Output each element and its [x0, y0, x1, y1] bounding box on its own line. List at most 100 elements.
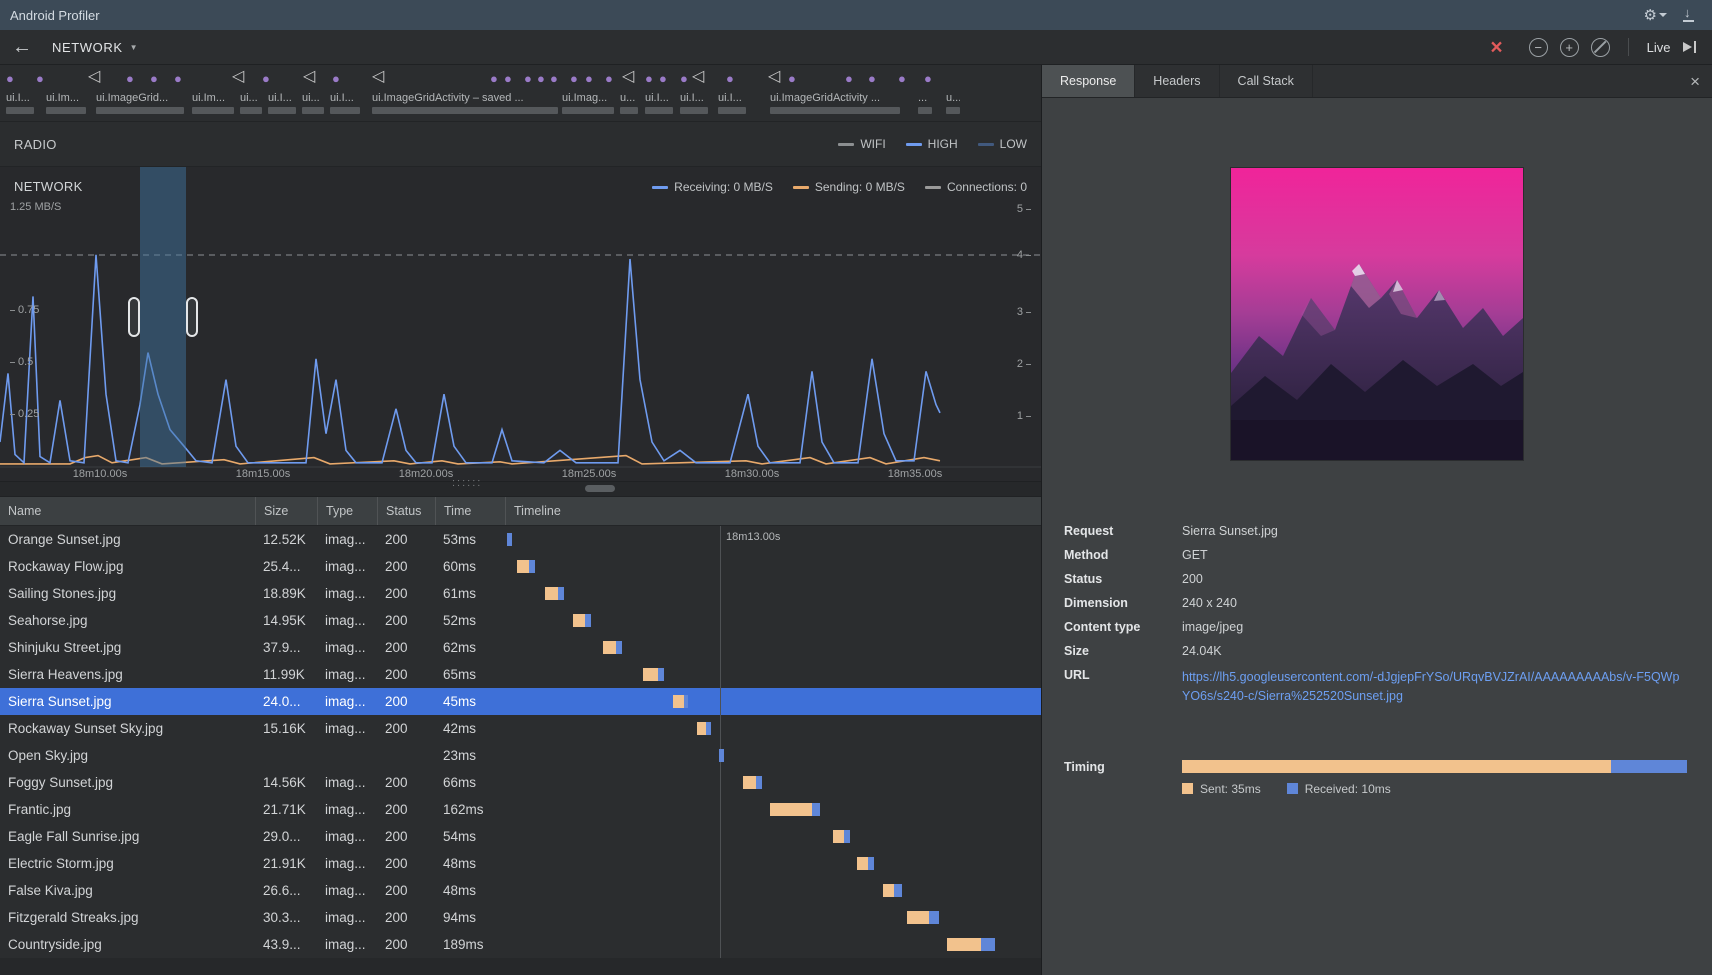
cell-type: imag... — [317, 694, 377, 709]
activity-item[interactable]: ui.I... — [645, 92, 673, 114]
sent-bar-segment — [545, 587, 558, 600]
horizontal-scrollbar[interactable]: :::::: — [0, 482, 1041, 497]
cell-name: Shinjuku Street.jpg — [0, 640, 255, 655]
selection-handle-left[interactable] — [129, 298, 139, 336]
table-row[interactable]: Countryside.jpg43.9...imag...200189ms — [0, 931, 1041, 958]
activity-label: ui.I... — [645, 92, 673, 104]
column-header-size[interactable]: Size — [255, 497, 317, 525]
column-header-type[interactable]: Type — [317, 497, 377, 525]
sunset-mountain-image — [1231, 168, 1523, 460]
live-button[interactable]: Live — [1647, 40, 1671, 55]
field-label: Status — [1064, 572, 1182, 586]
scrollbar-handle[interactable] — [585, 485, 615, 492]
download-icon[interactable] — [1683, 9, 1694, 21]
activity-item[interactable]: ui... — [302, 92, 324, 114]
touch-event-dot-icon: ● — [659, 70, 667, 88]
legend-line-icon — [978, 143, 994, 146]
column-header-status[interactable]: Status — [377, 497, 435, 525]
network-chart[interactable]: NETWORK Receiving: 0 MB/SSending: 0 MB/S… — [0, 167, 1041, 482]
back-arrow-button[interactable]: ← — [12, 37, 32, 57]
activity-item[interactable]: ui.I... — [680, 92, 708, 114]
selection-handle-right[interactable] — [187, 298, 197, 336]
table-row[interactable]: Sierra Sunset.jpg24.0...imag...20045ms — [0, 688, 1041, 715]
sent-bar-segment — [573, 614, 585, 627]
table-row[interactable]: Sierra Heavens.jpg11.99Kimag...20065ms — [0, 661, 1041, 688]
table-row[interactable]: Rockaway Sunset Sky.jpg15.16Kimag...2004… — [0, 715, 1041, 742]
cell-size: 18.89K — [255, 586, 317, 601]
touch-event-dot-icon: ● — [570, 70, 578, 88]
activity-item[interactable]: u... — [946, 92, 960, 114]
request-timing-bar — [545, 587, 564, 600]
activity-item[interactable]: ui.I... — [6, 92, 34, 114]
table-row[interactable]: Electric Storm.jpg21.91Kimag...20048ms — [0, 850, 1041, 877]
activity-item[interactable]: ui.Im... — [46, 92, 86, 114]
cell-timeline — [505, 823, 1041, 850]
column-header-timeline[interactable]: Timeline — [505, 497, 1041, 525]
activity-label: ui.ImageGridActivity ... — [770, 92, 900, 104]
activity-item[interactable]: ui.Im... — [192, 92, 234, 114]
tab-headers[interactable]: Headers — [1135, 65, 1219, 97]
cell-name: Fitzgerald Streaks.jpg — [0, 910, 255, 925]
activity-item[interactable]: ui... — [240, 92, 262, 114]
cell-status: 200 — [377, 910, 435, 925]
tab-call-stack[interactable]: Call Stack — [1220, 65, 1313, 97]
table-row[interactable]: Frantic.jpg21.71Kimag...200162ms — [0, 796, 1041, 823]
activity-item[interactable]: ui.I... — [718, 92, 746, 114]
received-bar-segment — [558, 587, 564, 600]
cell-timeline — [505, 553, 1041, 580]
column-header-time[interactable]: Time — [435, 497, 505, 525]
request-timing-bar — [770, 803, 820, 816]
table-row[interactable]: Foggy Sunset.jpg14.56Kimag...20066ms — [0, 769, 1041, 796]
table-row[interactable]: Seahorse.jpg14.95Kimag...20052ms — [0, 607, 1041, 634]
table-row[interactable]: Open Sky.jpg23ms — [0, 742, 1041, 769]
table-row[interactable]: Sailing Stones.jpg18.89Kimag...20061ms — [0, 580, 1041, 607]
url-link[interactable]: https://lh5.googleusercontent.com/-dJgje… — [1182, 668, 1687, 706]
cell-type: imag... — [317, 586, 377, 601]
received-bar-segment — [585, 614, 591, 627]
activity-item[interactable]: ui.I... — [330, 92, 360, 114]
column-header-name[interactable]: Name — [0, 497, 255, 525]
activity-labels: ui.I... ui.Im... ui.ImageGrid... ui.Im... ui… — [0, 92, 1041, 120]
activity-item[interactable]: ui.ImageGrid... — [96, 92, 184, 114]
table-row[interactable]: Fitzgerald Streaks.jpg30.3...imag...2009… — [0, 904, 1041, 931]
table-row[interactable]: Shinjuku Street.jpg37.9...imag...20062ms — [0, 634, 1041, 661]
stage-selector-dropdown[interactable]: NETWORK ▼ — [52, 40, 138, 55]
activity-item[interactable]: ui.Imag... — [562, 92, 614, 114]
timing-detail: Sent: 35msReceived: 10ms — [1182, 760, 1687, 796]
touch-event-dot-icon: ● — [605, 70, 613, 88]
activity-item[interactable]: ui.ImageGridActivity – saved ... — [372, 92, 558, 114]
table-row[interactable]: Rockaway Flow.jpg25.4...imag...20060ms — [0, 553, 1041, 580]
zoom-out-button[interactable]: − — [1529, 38, 1548, 57]
field-label: URL — [1064, 668, 1182, 706]
close-details-icon[interactable]: × — [1690, 73, 1700, 90]
reset-zoom-button[interactable] — [1591, 38, 1610, 57]
settings-gear-icon[interactable]: ⚙ — [1644, 6, 1667, 24]
cell-timeline — [505, 688, 1041, 715]
tab-response[interactable]: Response — [1042, 65, 1135, 97]
field-label: Content type — [1064, 620, 1182, 634]
activity-item[interactable]: u... — [620, 92, 638, 114]
zoom-in-button[interactable]: + — [1560, 38, 1579, 57]
end-session-icon[interactable]: × — [1490, 37, 1502, 58]
activity-item[interactable]: ... — [918, 92, 932, 114]
activity-item[interactable]: ui.ImageGridActivity ... — [770, 92, 900, 114]
selection-region[interactable] — [140, 167, 186, 467]
sent-bar-segment — [643, 668, 658, 681]
activity-item[interactable]: ui.I... — [268, 92, 296, 114]
table-row[interactable]: Orange Sunset.jpg12.52Kimag...20053ms18m… — [0, 526, 1041, 553]
table-row[interactable]: Eagle Fall Sunrise.jpg29.0...imag...2005… — [0, 823, 1041, 850]
cell-status: 200 — [377, 883, 435, 898]
table-row[interactable]: False Kiva.jpg26.6...imag...20048ms — [0, 877, 1041, 904]
cell-size: 14.95K — [255, 613, 317, 628]
received-bar-segment — [684, 695, 688, 708]
connections-table-header: Name Size Type Status Time Timeline — [0, 497, 1041, 526]
connections-axis-label: 1 — [1017, 410, 1031, 422]
skip-to-live-icon[interactable] — [1683, 41, 1697, 53]
event-timeline-strip[interactable]: ●●◁●●●◁●◁●◁●●●●●●●●◁●●●◁●◁●●●●● ui.I...u… — [0, 65, 1041, 122]
cell-timeline — [505, 931, 1041, 958]
y-axis-label: 0.5 — [10, 356, 33, 368]
field-value: GET — [1182, 548, 1208, 562]
cell-size: 30.3... — [255, 910, 317, 925]
network-chart-canvas[interactable] — [0, 167, 1041, 468]
connections-table-body: Orange Sunset.jpg12.52Kimag...20053ms18m… — [0, 526, 1041, 958]
